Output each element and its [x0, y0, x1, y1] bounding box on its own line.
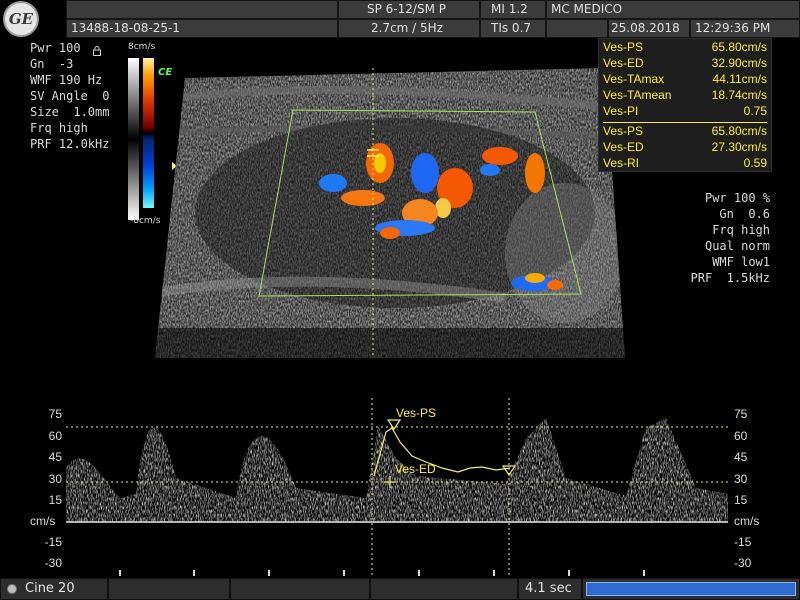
header-date: 25.08.2018 [608, 19, 690, 38]
cine-scrollbar[interactable] [582, 578, 800, 600]
footer-field-2 [230, 578, 370, 600]
measurement-row: Ves-PS 65.80cm/s [603, 40, 767, 54]
ge-logo: GE [3, 1, 39, 37]
velocity-tick-right: -30 [734, 556, 752, 570]
measurement-row: Ves-PS 65.80cm/s [603, 124, 767, 138]
param-sample-size: Size 1.0mm [30, 105, 110, 119]
header-tis: TIs 0.7 [480, 19, 546, 38]
velocity-tick: -15 [44, 535, 62, 549]
velocity-tick-right: 60 [734, 429, 748, 443]
ps-marker-label: Ves-PS [396, 406, 437, 420]
measurement-row: Ves-TAmean 18.74cm/s [603, 88, 767, 102]
color-bar-velocity [143, 58, 154, 208]
velocity-tick: 45 [48, 450, 62, 464]
measurement-divider [603, 122, 767, 123]
velocity-tick-right: 45 [734, 450, 748, 464]
param-gain: Gn -3 [30, 57, 74, 71]
param-wall-filter: WMF 190 Hz [30, 73, 103, 87]
velocity-unit-left: cm/s [30, 514, 56, 528]
velocity-tick-right: 15 [734, 493, 748, 507]
header-cell-blank [66, 0, 338, 19]
param-pw-quality: Qual norm [704, 239, 770, 253]
param-prf: PRF 12.0kHz [30, 137, 110, 151]
header-depth-frequency: 2.7cm / 5Hz [338, 19, 480, 38]
ultrasound-image [155, 68, 625, 358]
measurement-row: Ves-ED 32.90cm/s [603, 56, 767, 70]
doppler-spectrum [66, 398, 728, 576]
velocity-tick: 60 [48, 429, 62, 443]
velocity-tick-right: 30 [734, 472, 748, 486]
measurement-row: Ves-ED 27.30cm/s [603, 140, 767, 154]
header-probe-preset: SP 6-12/SM P [338, 0, 480, 19]
measurement-row: Ves-RI 0.59 [603, 156, 767, 170]
cine-button[interactable]: Cine 20 [0, 578, 108, 600]
param-pw-frequency: Frq high [712, 223, 770, 237]
color-bar-gray [128, 58, 139, 220]
param-sv-angle: SV Angle 0 [30, 89, 110, 103]
cine-icon [7, 584, 17, 594]
header-time: 12:29:36 PM [690, 19, 800, 38]
velocity-tick: 75 [48, 407, 62, 421]
velocity-tick-right: 75 [734, 407, 748, 421]
footer-field-3 [370, 578, 518, 600]
footer-field-1 [108, 578, 230, 600]
velocity-tick: 15 [48, 493, 62, 507]
measurement-row: Ves-PI 0.75 [603, 104, 767, 118]
param-power: Pwr 100 [30, 41, 81, 55]
header-institution: MC MEDICO [546, 0, 800, 19]
velocity-tick: -30 [44, 556, 62, 570]
left-parameter-list: Pwr 100 Gn -3 WMF 190 Hz SV Angle 0 Size… [30, 40, 130, 152]
ed-marker-label: Ves-ED [395, 462, 436, 476]
header-blank-2 [546, 19, 608, 38]
param-frequency: Frq high [30, 121, 88, 135]
param-pw-power: Pwr 100 % [704, 191, 770, 205]
param-pw-prf: PRF 1.5kHz [690, 271, 770, 285]
time-ticks [119, 570, 645, 576]
velocity-tick-right: -15 [734, 535, 752, 549]
velocity-tick: 30 [48, 472, 62, 486]
lock-icon [93, 41, 101, 56]
ps-marker-icon [386, 419, 402, 431]
measurement-row: Ves-TAmax 44.11cm/s [603, 72, 767, 86]
cine-progress-fill [586, 582, 796, 596]
cine-duration: 4.1 sec [518, 578, 582, 600]
right-parameter-list: Pwr 100 % Gn 0.6 Frq high Qual norm WMF … [650, 190, 770, 286]
header-mi: MI 1.2 [480, 0, 546, 19]
cine-label: Cine 20 [25, 581, 75, 596]
param-pw-gain: Gn 0.6 [719, 207, 770, 221]
param-pw-wall-filter: WMF low1 [712, 255, 770, 269]
velocity-unit-right: cm/s [734, 514, 760, 528]
measurement-panel: Ves-PS 65.80cm/s Ves-ED 32.90cm/s Ves-TAma… [598, 38, 772, 172]
header-patient-id: 13488-18-08-25-1 [66, 19, 338, 38]
color-scale-top-label: 8cm/s [128, 42, 156, 52]
